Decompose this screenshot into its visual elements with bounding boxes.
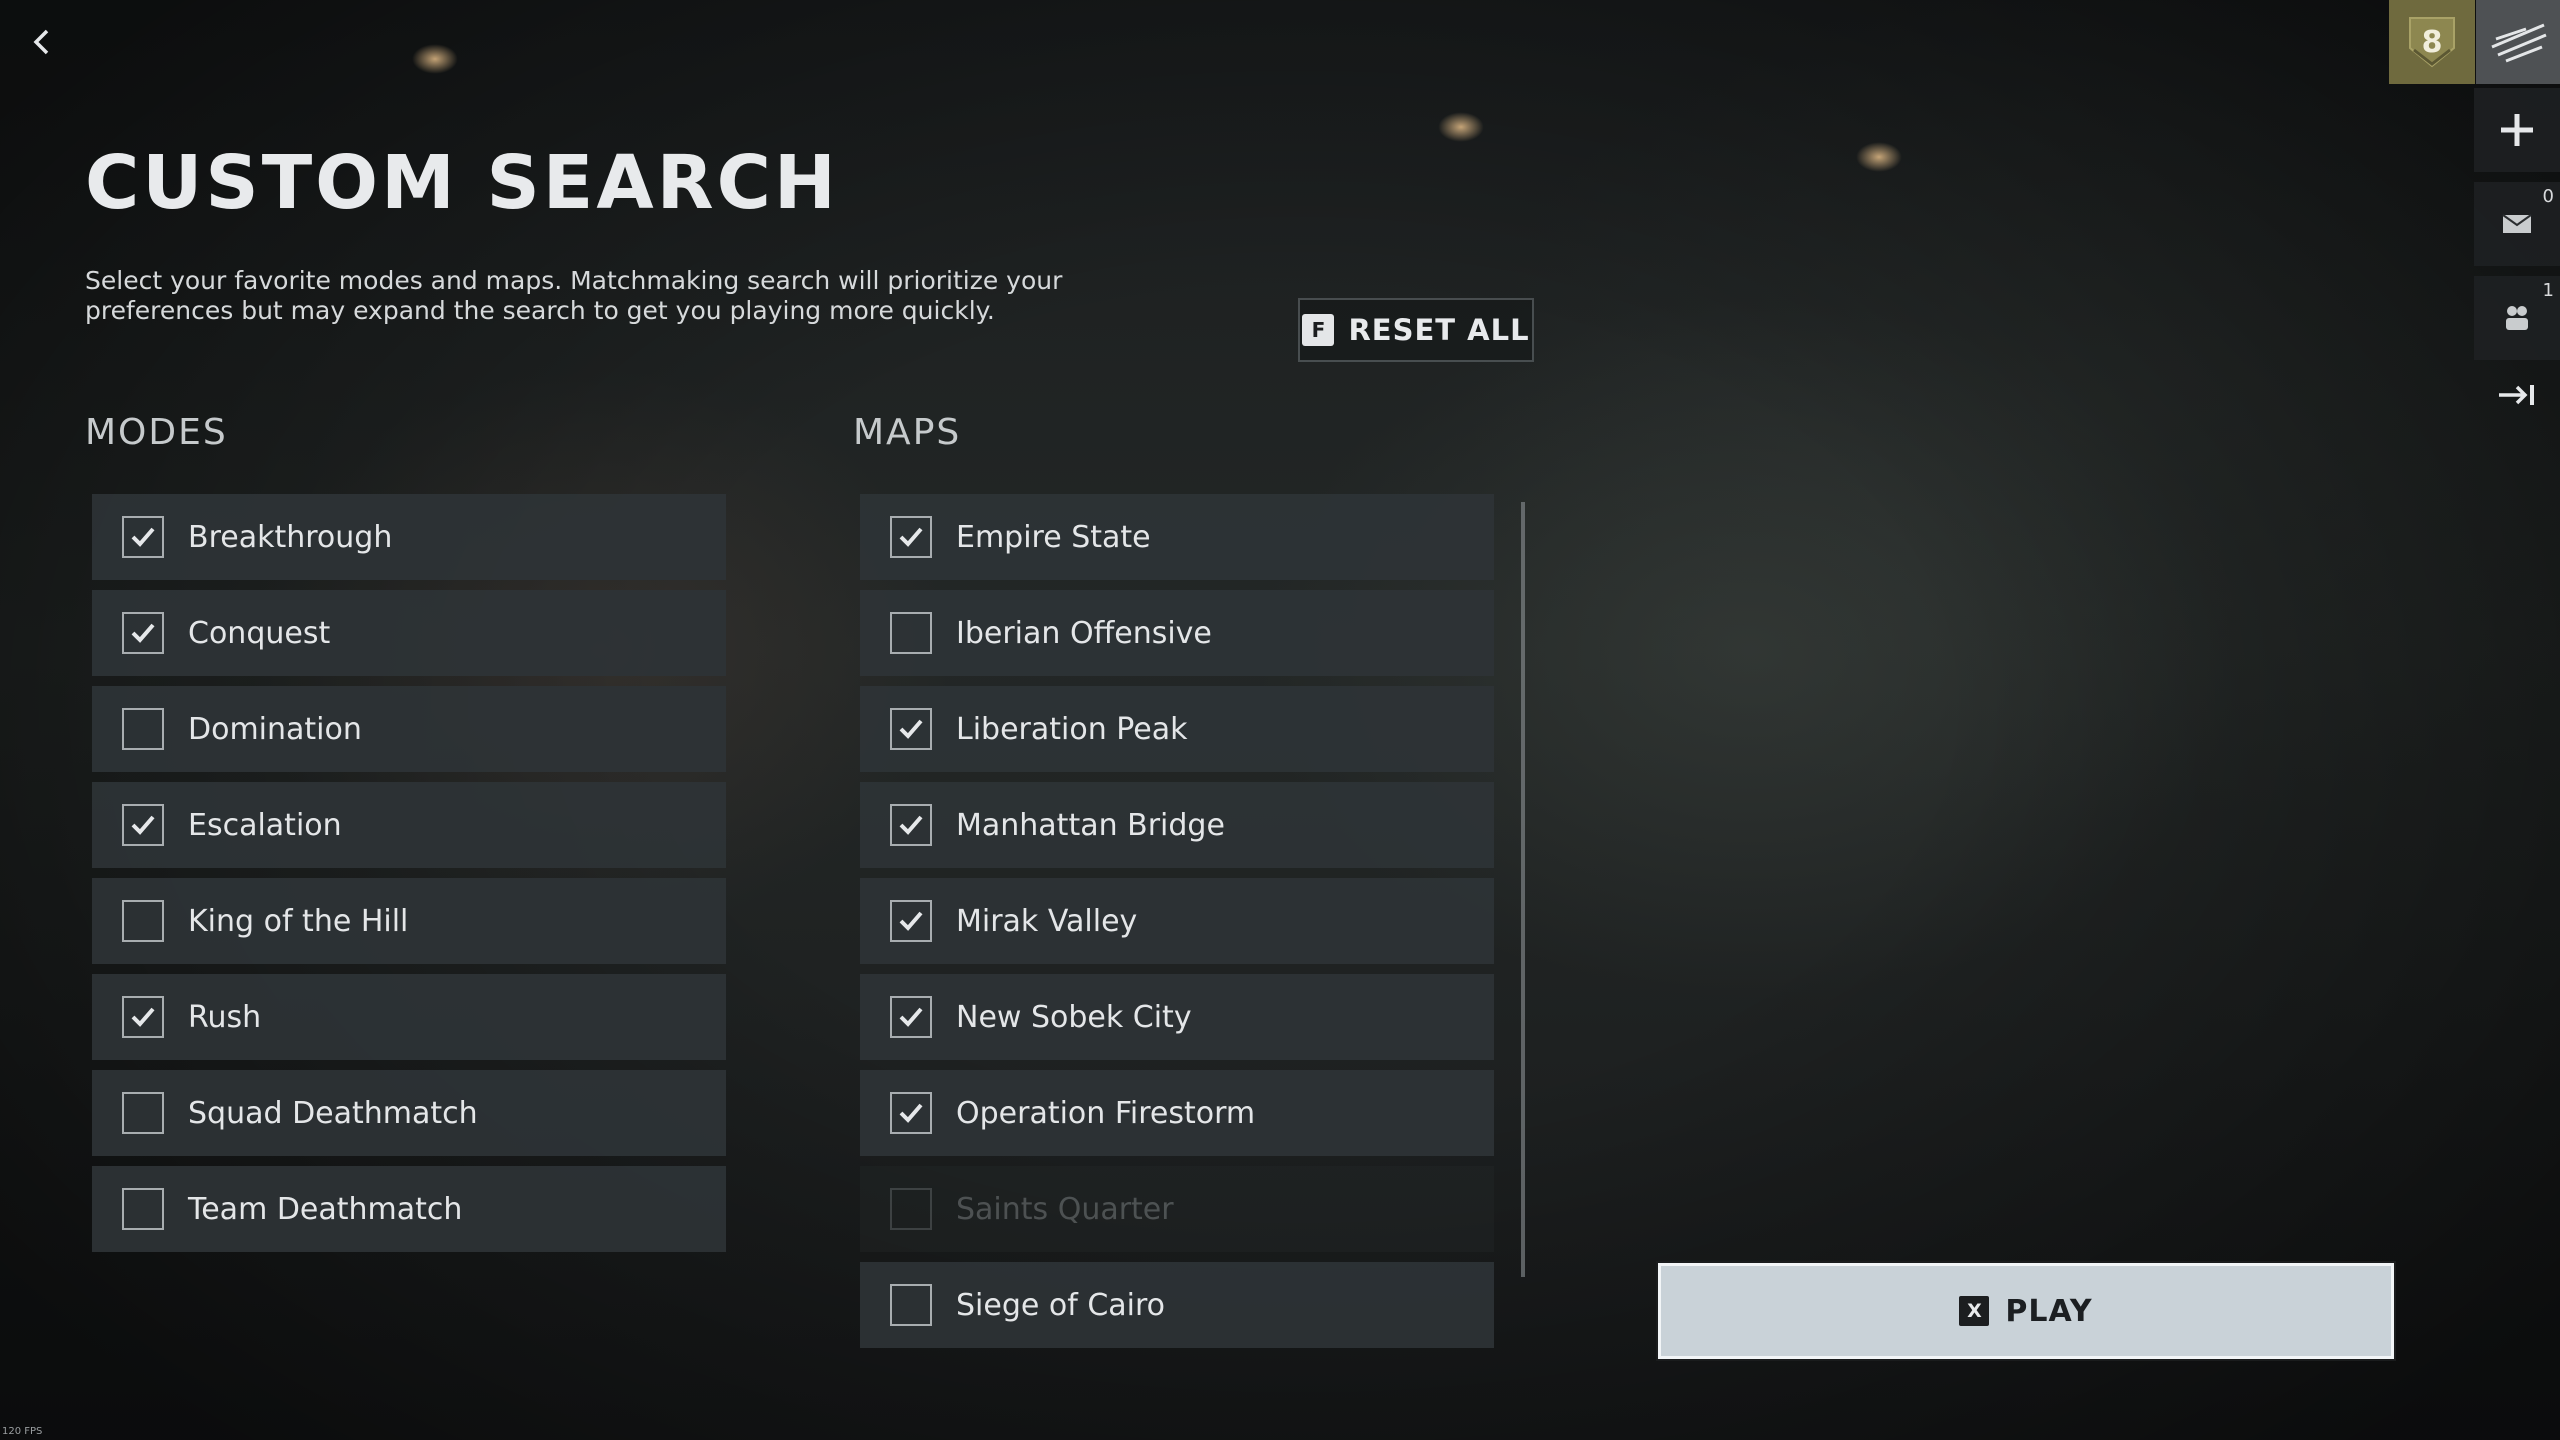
- friends-count: 1: [2542, 280, 2554, 301]
- checkbox[interactable]: [122, 900, 164, 942]
- background-lamp: [1856, 142, 1902, 172]
- map-item-label: Saints Quarter: [956, 1191, 1174, 1227]
- rank-number: 8: [2421, 24, 2443, 60]
- mode-item-label: Squad Deathmatch: [188, 1095, 478, 1131]
- checkmark-icon: [899, 815, 923, 835]
- checkbox[interactable]: [890, 996, 932, 1038]
- checkbox[interactable]: [122, 1092, 164, 1134]
- checkmark-icon: [131, 527, 155, 547]
- mode-item[interactable]: Breakthrough: [92, 494, 726, 580]
- modes-list: Breakthrough Conquest Domination Escalation…: [92, 494, 726, 1252]
- exit-button[interactable]: [2474, 370, 2560, 420]
- map-item[interactable]: Mirak Valley: [860, 878, 1494, 964]
- checkmark-icon: [899, 1103, 923, 1123]
- key-f-icon: F: [1302, 314, 1335, 346]
- map-item[interactable]: Siege of Cairo: [860, 1262, 1494, 1348]
- checkbox[interactable]: [122, 516, 164, 558]
- page-description: Select your favorite modes and maps. Mat…: [85, 266, 1063, 325]
- maps-list: Empire State Iberian Offensive Liberation …: [860, 494, 1494, 1348]
- fps-counter: 120 FPS: [2, 1426, 43, 1437]
- map-item[interactable]: Manhattan Bridge: [860, 782, 1494, 868]
- map-item-label: Iberian Offensive: [956, 615, 1212, 651]
- map-item-label: Empire State: [956, 519, 1151, 555]
- map-item-label: Manhattan Bridge: [956, 807, 1225, 843]
- checkbox[interactable]: [122, 1188, 164, 1230]
- mode-item[interactable]: Escalation: [92, 782, 726, 868]
- checkmark-icon: [899, 1007, 923, 1027]
- checkbox: [890, 1188, 932, 1230]
- map-item[interactable]: Operation Firestorm: [860, 1070, 1494, 1156]
- checkbox[interactable]: [890, 804, 932, 846]
- map-item-label: Siege of Cairo: [956, 1287, 1166, 1323]
- map-item-label: Liberation Peak: [956, 711, 1188, 747]
- play-button[interactable]: X PLAY: [1656, 1261, 2396, 1361]
- add-friend-button[interactable]: [2474, 88, 2560, 172]
- mail-icon: [2502, 214, 2532, 233]
- checkbox[interactable]: [890, 1284, 932, 1326]
- checkmark-icon: [131, 1007, 155, 1027]
- map-item[interactable]: Liberation Peak: [860, 686, 1494, 772]
- checkbox[interactable]: [122, 996, 164, 1038]
- background-lamp: [412, 44, 458, 74]
- mode-item-label: Domination: [188, 711, 362, 747]
- map-item[interactable]: New Sobek City: [860, 974, 1494, 1060]
- mode-item[interactable]: Conquest: [92, 590, 726, 676]
- exit-icon: [2499, 385, 2534, 405]
- maps-scrollbar[interactable]: [1521, 502, 1525, 1277]
- mail-button[interactable]: 0: [2474, 182, 2560, 266]
- chevron-left-icon: [33, 29, 49, 55]
- mode-item-label: Breakthrough: [188, 519, 393, 555]
- plus-icon: [2501, 114, 2533, 146]
- page-title: CUSTOM SEARCH: [85, 140, 839, 226]
- map-item: Saints Quarter: [860, 1166, 1494, 1252]
- checkbox[interactable]: [890, 708, 932, 750]
- checkbox[interactable]: [890, 1092, 932, 1134]
- checkmark-icon: [899, 527, 923, 547]
- mode-item[interactable]: Rush: [92, 974, 726, 1060]
- mode-item[interactable]: Domination: [92, 686, 726, 772]
- map-item[interactable]: Iberian Offensive: [860, 590, 1494, 676]
- mode-item-label: Rush: [188, 999, 262, 1035]
- mail-count: 0: [2542, 186, 2554, 207]
- mode-item-label: Team Deathmatch: [188, 1191, 463, 1227]
- friends-button[interactable]: 1: [2474, 276, 2560, 360]
- back-button[interactable]: [22, 22, 62, 62]
- mode-item-label: King of the Hill: [188, 903, 409, 939]
- checkbox[interactable]: [890, 612, 932, 654]
- reset-all-button[interactable]: F RESET ALL: [1298, 298, 1534, 362]
- key-x-icon: X: [1959, 1296, 1990, 1326]
- friends-icon: [2506, 306, 2528, 330]
- checkbox[interactable]: [122, 612, 164, 654]
- modes-heading: MODES: [85, 412, 228, 453]
- map-item-label: Operation Firestorm: [956, 1095, 1256, 1131]
- checkmark-icon: [899, 911, 923, 931]
- background-lamp: [1438, 112, 1484, 142]
- checkbox[interactable]: [122, 804, 164, 846]
- checkbox[interactable]: [122, 708, 164, 750]
- checkmark-icon: [131, 815, 155, 835]
- mode-item-label: Conquest: [188, 615, 331, 651]
- rank-badge[interactable]: 8: [2389, 0, 2475, 84]
- mode-item[interactable]: King of the Hill: [92, 878, 726, 964]
- checkbox[interactable]: [890, 900, 932, 942]
- mode-item[interactable]: Squad Deathmatch: [92, 1070, 726, 1156]
- play-label: PLAY: [2005, 1293, 2093, 1329]
- player-avatar[interactable]: [2476, 0, 2560, 84]
- map-item-label: Mirak Valley: [956, 903, 1138, 939]
- checkmark-icon: [899, 719, 923, 739]
- map-item-label: New Sobek City: [956, 999, 1192, 1035]
- mode-item-label: Escalation: [188, 807, 342, 843]
- maps-heading: MAPS: [853, 412, 962, 453]
- reset-all-label: RESET ALL: [1348, 313, 1530, 347]
- checkmark-icon: [131, 623, 155, 643]
- mode-item[interactable]: Team Deathmatch: [92, 1166, 726, 1252]
- map-item[interactable]: Empire State: [860, 494, 1494, 580]
- checkbox[interactable]: [890, 516, 932, 558]
- player-emblem-icon: [2491, 23, 2547, 63]
